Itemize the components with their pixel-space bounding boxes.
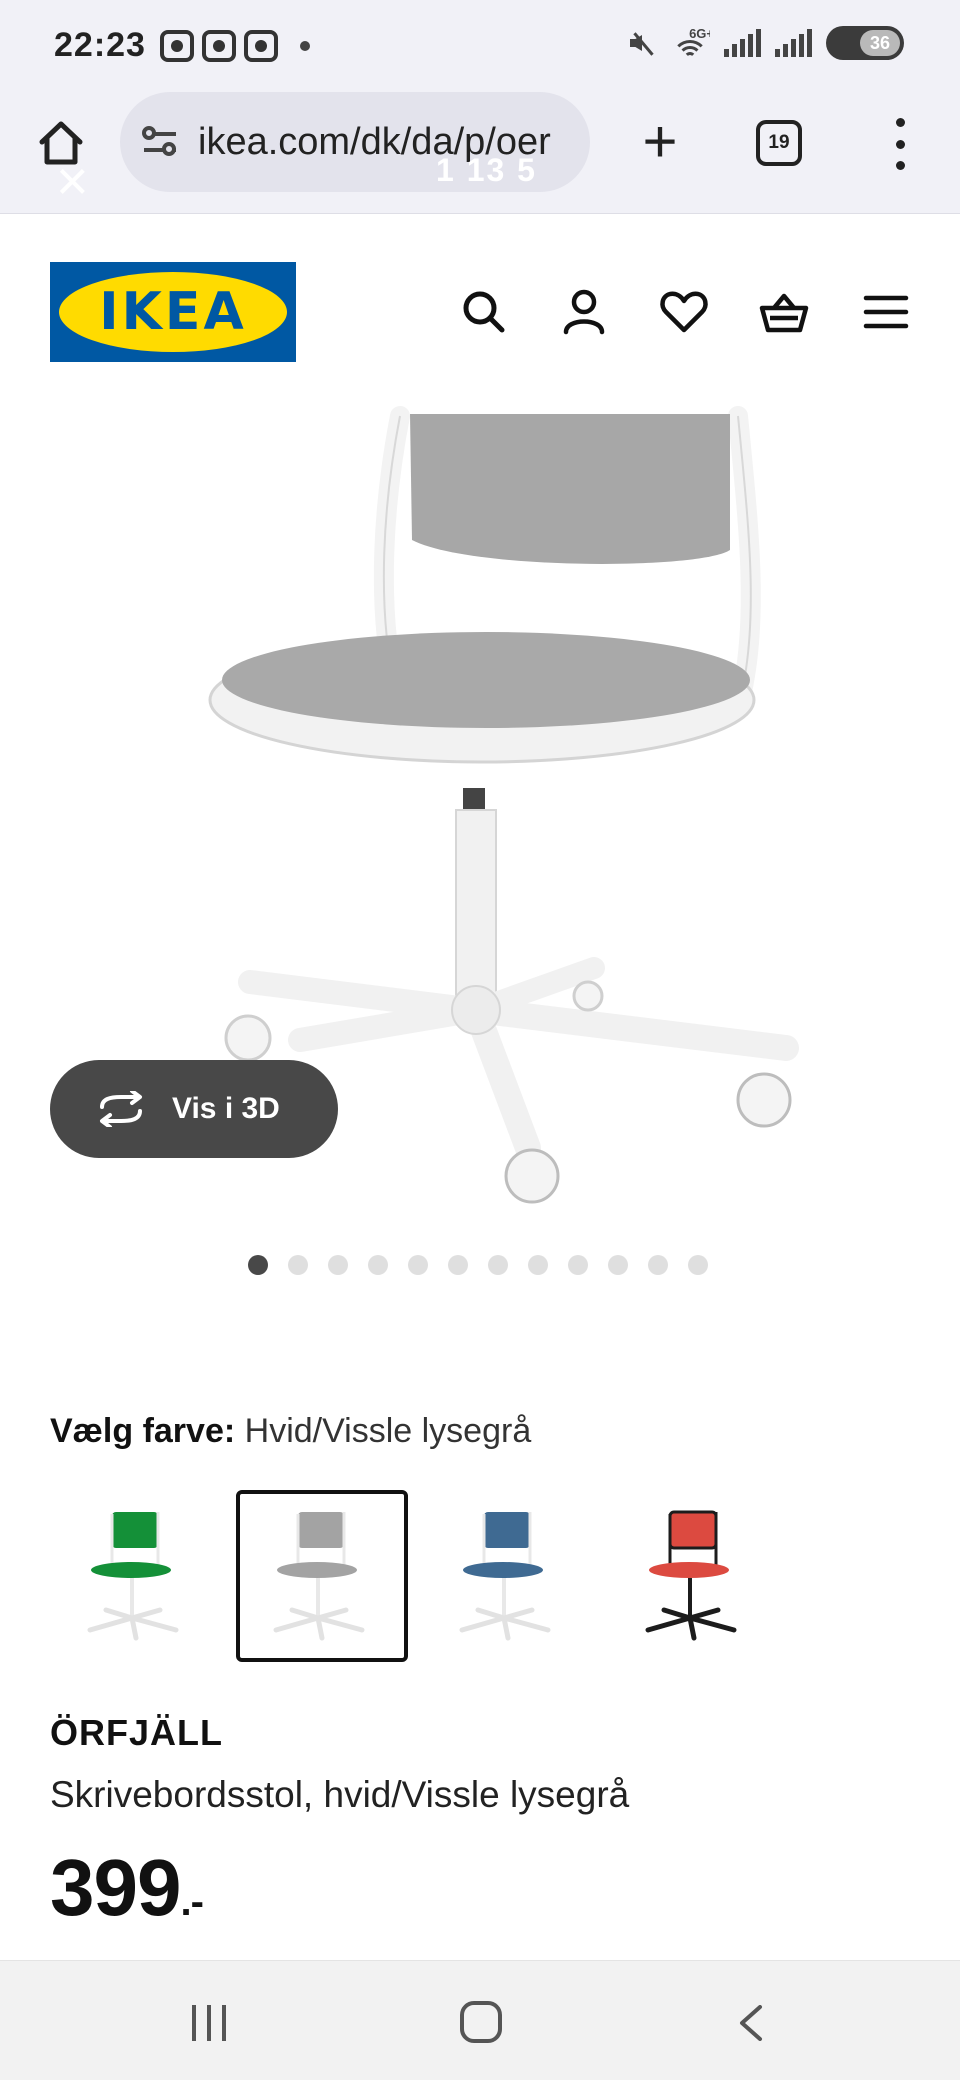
pagination-dot[interactable] — [488, 1255, 508, 1275]
signal-icon — [724, 29, 761, 57]
menu-icon[interactable] — [858, 284, 914, 340]
pagination-dot[interactable] — [568, 1255, 588, 1275]
app-notification-icon-2 — [244, 30, 278, 62]
account-icon[interactable] — [556, 284, 612, 340]
pagination-dot[interactable] — [408, 1255, 428, 1275]
home-button-icon[interactable] — [460, 2001, 502, 2043]
chair-thumbnail-red — [645, 1510, 737, 1641]
site-settings-icon[interactable] — [140, 122, 180, 162]
overlay-numbers: 1 13 5 — [436, 152, 537, 188]
status-time: 22:23 — [54, 26, 146, 64]
system-icons: 6G+ 36 — [630, 26, 904, 60]
back-icon[interactable] — [736, 2005, 764, 2041]
new-tab-button[interactable]: + — [630, 112, 690, 172]
chair-thumbnail-green — [87, 1512, 179, 1641]
view-in-3d-label: Vis i 3D — [172, 1092, 280, 1125]
battery-icon: 36 — [826, 26, 904, 60]
status-bar: 22:23 6G+ 36 — [0, 0, 960, 92]
chair-thumbnail-light-grey — [273, 1512, 365, 1641]
chair-thumbnail-blue — [459, 1512, 551, 1641]
signal-icon-2 — [775, 29, 812, 57]
basket-icon[interactable] — [756, 284, 812, 340]
ikea-logo[interactable]: IKEA — [50, 262, 296, 362]
price-value: 399 — [50, 1843, 181, 1932]
product-name: ÖRFJÄLL — [50, 1712, 223, 1753]
price-suffix: .- — [180, 1880, 203, 1924]
product-price: 399.- — [50, 1842, 204, 1934]
search-icon[interactable] — [456, 284, 512, 340]
pagination-dot[interactable] — [328, 1255, 348, 1275]
mute-icon — [630, 28, 656, 58]
color-selected-value: Hvid/Vissle lysegrå — [244, 1412, 532, 1450]
logo-text: IKEA — [99, 282, 247, 342]
rotate-3d-icon — [100, 1091, 142, 1127]
pagination-dot[interactable] — [248, 1255, 268, 1275]
color-option-blue[interactable] — [422, 1490, 594, 1662]
heart-icon[interactable] — [656, 284, 712, 340]
network-type: 6G+ — [689, 28, 710, 41]
color-option-green[interactable] — [50, 1490, 222, 1662]
more-options-icon[interactable] — [882, 118, 918, 170]
battery-level: 36 — [860, 30, 900, 56]
recent-apps-icon[interactable] — [192, 2005, 226, 2041]
browser-toolbar: ikea.com/dk/da/p/oer × 1 13 5 + 19 — [0, 92, 960, 214]
color-label: Vælg farve: Hvid/Vissle lysegrå — [50, 1412, 531, 1451]
pagination-dot[interactable] — [648, 1255, 668, 1275]
view-in-3d-button[interactable]: Vis i 3D — [50, 1060, 338, 1158]
app-notification-icon — [202, 30, 236, 62]
pagination-dot[interactable] — [288, 1255, 308, 1275]
color-option-red[interactable] — [608, 1490, 780, 1662]
color-option-light-grey[interactable] — [236, 1490, 408, 1662]
color-label-title: Vælg farve: — [50, 1412, 236, 1450]
product-description: Skrivebordsstol, hvid/Vissle lysegrå — [50, 1774, 630, 1815]
more-notifications-dot — [300, 41, 310, 51]
pagination-dot[interactable] — [608, 1255, 628, 1275]
pagination-dot[interactable] — [688, 1255, 708, 1275]
close-overlay-icon[interactable]: × — [56, 148, 89, 213]
pagination-dot[interactable] — [368, 1255, 388, 1275]
pagination-dot[interactable] — [448, 1255, 468, 1275]
tab-count-button[interactable]: 19 — [756, 120, 802, 166]
system-navigation-bar — [0, 1960, 960, 2080]
notification-icons — [160, 30, 310, 62]
image-pagination[interactable] — [248, 1255, 708, 1275]
pagination-dot[interactable] — [528, 1255, 548, 1275]
wifi-icon: 6G+ — [670, 28, 710, 58]
mail-notification-icon — [160, 30, 194, 62]
